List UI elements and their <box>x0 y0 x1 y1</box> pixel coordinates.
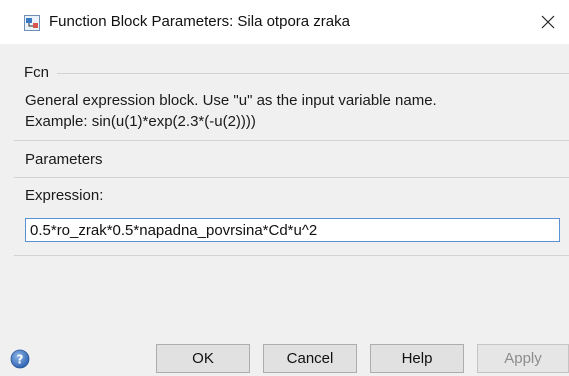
ok-button[interactable]: OK <box>156 344 250 373</box>
close-icon <box>541 15 555 29</box>
expression-label: Expression: <box>25 187 104 204</box>
expression-input[interactable] <box>25 218 560 242</box>
help-button[interactable]: Help <box>370 344 464 373</box>
apply-button[interactable]: Apply <box>477 344 569 373</box>
block-group-divider <box>57 73 569 74</box>
window-title: Function Block Parameters: Sila otpora z… <box>49 13 350 30</box>
parameters-group-label: Parameters <box>25 151 103 168</box>
svg-text:?: ? <box>17 353 24 367</box>
block-description-line2: Example: sin(u(1)*exp(2.3*(-u(2)))) <box>25 113 256 130</box>
help-question-icon[interactable]: ? <box>10 349 30 369</box>
block-description-line1: General expression block. Use "u" as the… <box>25 92 437 109</box>
cancel-button[interactable]: Cancel <box>263 344 357 373</box>
title-bar[interactable]: Function Block Parameters: Sila otpora z… <box>0 0 569 44</box>
block-type-label: Fcn <box>24 64 50 81</box>
parameters-bottom-divider <box>14 255 569 256</box>
parameters-group-divider <box>14 177 569 178</box>
close-button[interactable] <box>533 8 563 36</box>
function-block-parameters-dialog: Function Block Parameters: Sila otpora z… <box>0 0 569 376</box>
parameters-top-divider <box>14 140 569 141</box>
simulink-block-icon <box>24 15 40 31</box>
